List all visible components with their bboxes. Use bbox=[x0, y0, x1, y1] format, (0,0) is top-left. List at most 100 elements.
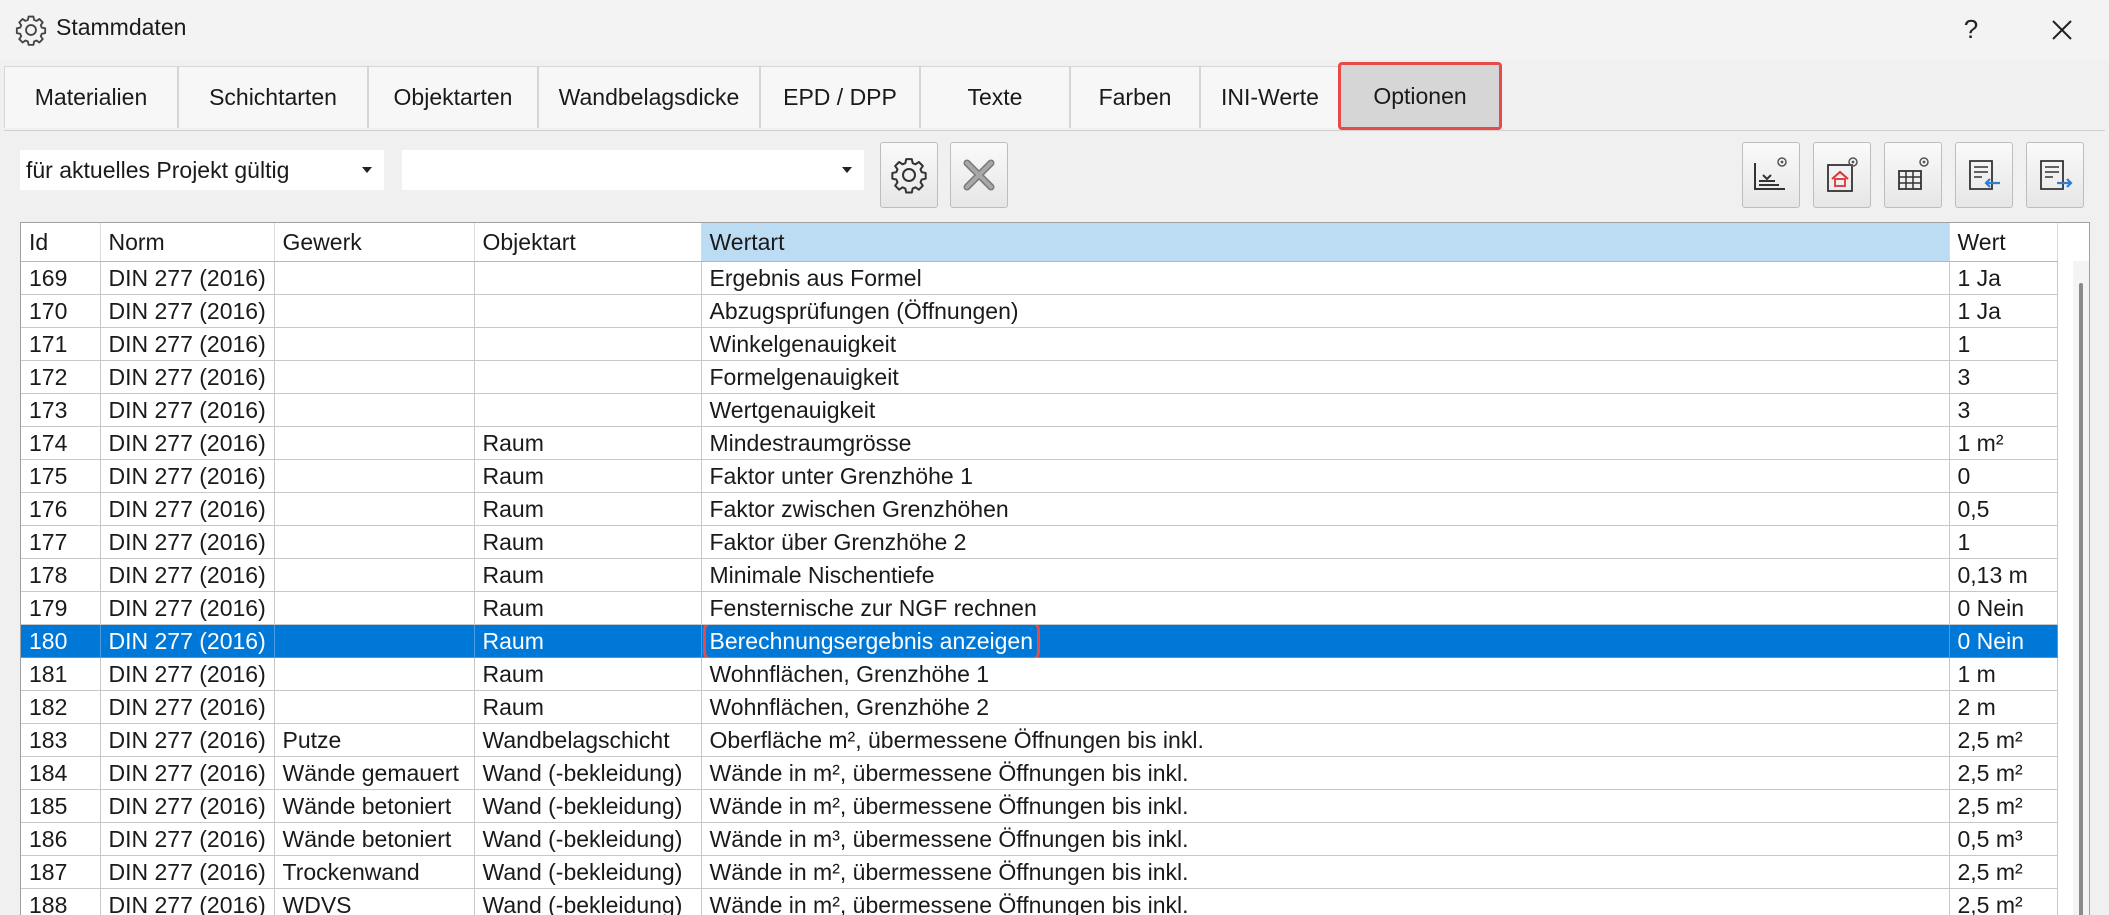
cell-gewerk[interactable] bbox=[274, 361, 474, 394]
tab-optionen[interactable]: Optionen bbox=[1340, 64, 1500, 128]
cell-wertart[interactable]: Minimale Nischentiefe bbox=[701, 559, 1949, 592]
cell-wertart[interactable]: Formelgenauigkeit bbox=[701, 361, 1949, 394]
table-row[interactable]: 180DIN 277 (2016)RaumBerechnungsergebnis… bbox=[21, 625, 2057, 658]
table-row[interactable]: 177DIN 277 (2016)RaumFaktor über Grenzhö… bbox=[21, 526, 2057, 559]
cell-id[interactable]: 170 bbox=[21, 295, 100, 328]
cell-wert[interactable]: 3 bbox=[1949, 394, 2057, 427]
cell-wertart[interactable]: Wände in m³, übermessene Öffnungen bis i… bbox=[701, 823, 1949, 856]
cell-id[interactable]: 173 bbox=[21, 394, 100, 427]
column-header-wertart[interactable]: Wertart bbox=[701, 223, 1949, 262]
cell-gewerk[interactable] bbox=[274, 460, 474, 493]
cell-wert[interactable]: 0,13 m bbox=[1949, 559, 2057, 592]
cell-wertart[interactable]: Berechnungsergebnis anzeigen bbox=[701, 625, 1949, 658]
cell-gewerk[interactable] bbox=[274, 559, 474, 592]
tab-objektarten[interactable]: Objektarten bbox=[368, 66, 538, 128]
table-row[interactable]: 181DIN 277 (2016)RaumWohnflächen, Grenzh… bbox=[21, 658, 2057, 691]
cell-objektart[interactable]: Wand (-bekleidung) bbox=[474, 823, 701, 856]
tab-ini-werte[interactable]: INI-Werte bbox=[1200, 66, 1340, 128]
cell-id[interactable]: 175 bbox=[21, 460, 100, 493]
table-row[interactable]: 186DIN 277 (2016)Wände betoniertWand (-b… bbox=[21, 823, 2057, 856]
cell-wert[interactable]: 0 bbox=[1949, 460, 2057, 493]
cell-wert[interactable]: 1 m² bbox=[1949, 427, 2057, 460]
cell-wertart[interactable]: Wände in m², übermessene Öffnungen bis i… bbox=[701, 757, 1949, 790]
cell-norm[interactable]: DIN 277 (2016) bbox=[100, 790, 274, 823]
cell-norm[interactable]: DIN 277 (2016) bbox=[100, 889, 274, 915]
cell-wertart[interactable]: Winkelgenauigkeit bbox=[701, 328, 1949, 361]
tab-texte[interactable]: Texte bbox=[920, 66, 1070, 128]
table-row[interactable]: 174DIN 277 (2016)RaumMindestraumgrösse1 … bbox=[21, 427, 2057, 460]
import-list-button[interactable] bbox=[1955, 142, 2013, 208]
cell-wertart[interactable]: Wohnflächen, Grenzhöhe 2 bbox=[701, 691, 1949, 724]
house-settings-button[interactable] bbox=[1813, 142, 1871, 208]
cell-wertart[interactable]: Abzugsprüfungen (Öffnungen) bbox=[701, 295, 1949, 328]
cell-id[interactable]: 176 bbox=[21, 493, 100, 526]
cell-wertart[interactable]: Fensternische zur NGF rechnen bbox=[701, 592, 1949, 625]
cell-wert[interactable]: 2,5 m² bbox=[1949, 757, 2057, 790]
cell-objektart[interactable]: Raum bbox=[474, 559, 701, 592]
scrollbar-thumb[interactable] bbox=[2079, 283, 2083, 915]
cell-wert[interactable]: 0 Nein bbox=[1949, 592, 2057, 625]
cell-wert[interactable]: 2,5 m² bbox=[1949, 790, 2057, 823]
cell-wertart[interactable]: Mindestraumgrösse bbox=[701, 427, 1949, 460]
cell-norm[interactable]: DIN 277 (2016) bbox=[100, 823, 274, 856]
cell-objektart[interactable]: Wand (-bekleidung) bbox=[474, 790, 701, 823]
table-row[interactable]: 176DIN 277 (2016)RaumFaktor zwischen Gre… bbox=[21, 493, 2057, 526]
cell-wertart[interactable]: Wände in m², übermessene Öffnungen bis i… bbox=[701, 856, 1949, 889]
scope-select[interactable]: für aktuelles Projekt gültig bbox=[20, 150, 384, 190]
cell-id[interactable]: 171 bbox=[21, 328, 100, 361]
cell-objektart[interactable] bbox=[474, 295, 701, 328]
table-row[interactable]: 187DIN 277 (2016)TrockenwandWand (-bekle… bbox=[21, 856, 2057, 889]
cell-gewerk[interactable] bbox=[274, 328, 474, 361]
table-row[interactable]: 172DIN 277 (2016)Formelgenauigkeit3 bbox=[21, 361, 2057, 394]
cell-id[interactable]: 178 bbox=[21, 559, 100, 592]
cell-id[interactable]: 183 bbox=[21, 724, 100, 757]
cell-objektart[interactable]: Raum bbox=[474, 592, 701, 625]
cell-id[interactable]: 177 bbox=[21, 526, 100, 559]
cell-wertart[interactable]: Faktor unter Grenzhöhe 1 bbox=[701, 460, 1949, 493]
cell-wert[interactable]: 1 bbox=[1949, 526, 2057, 559]
cell-wert[interactable]: 1 Ja bbox=[1949, 262, 2057, 295]
cell-gewerk[interactable]: Wände betoniert bbox=[274, 823, 474, 856]
help-button[interactable]: ? bbox=[1953, 11, 1989, 47]
tab-farben[interactable]: Farben bbox=[1070, 66, 1200, 128]
cell-wert[interactable]: 3 bbox=[1949, 361, 2057, 394]
vertical-scrollbar[interactable] bbox=[2073, 261, 2089, 915]
table-row[interactable]: 171DIN 277 (2016)Winkelgenauigkeit1 bbox=[21, 328, 2057, 361]
cell-gewerk[interactable] bbox=[274, 295, 474, 328]
cell-id[interactable]: 188 bbox=[21, 889, 100, 915]
cell-gewerk[interactable] bbox=[274, 493, 474, 526]
cell-objektart[interactable]: Wand (-bekleidung) bbox=[474, 856, 701, 889]
table-row[interactable]: 173DIN 277 (2016)Wertgenauigkeit3 bbox=[21, 394, 2057, 427]
cell-objektart[interactable]: Raum bbox=[474, 658, 701, 691]
close-icon[interactable] bbox=[2040, 8, 2084, 52]
cell-norm[interactable]: DIN 277 (2016) bbox=[100, 625, 274, 658]
cell-id[interactable]: 184 bbox=[21, 757, 100, 790]
cell-wertart[interactable]: Wertgenauigkeit bbox=[701, 394, 1949, 427]
cell-norm[interactable]: DIN 277 (2016) bbox=[100, 526, 274, 559]
cell-wertart[interactable]: Oberfläche m², übermessene Öffnungen bis… bbox=[701, 724, 1949, 757]
settings-button[interactable] bbox=[880, 142, 938, 208]
cell-wert[interactable]: 0,5 bbox=[1949, 493, 2057, 526]
cell-gewerk[interactable] bbox=[274, 394, 474, 427]
cell-id[interactable]: 181 bbox=[21, 658, 100, 691]
cell-objektart[interactable]: Raum bbox=[474, 427, 701, 460]
cell-id[interactable]: 180 bbox=[21, 625, 100, 658]
cell-objektart[interactable]: Wand (-bekleidung) bbox=[474, 757, 701, 790]
column-header-id[interactable]: Id bbox=[21, 223, 100, 262]
export-list-button[interactable] bbox=[2026, 142, 2084, 208]
cell-wert[interactable]: 0 Nein bbox=[1949, 625, 2057, 658]
cell-id[interactable]: 186 bbox=[21, 823, 100, 856]
cell-norm[interactable]: DIN 277 (2016) bbox=[100, 856, 274, 889]
cell-wert[interactable]: 2 m bbox=[1949, 691, 2057, 724]
cell-norm[interactable]: DIN 277 (2016) bbox=[100, 658, 274, 691]
cell-norm[interactable]: DIN 277 (2016) bbox=[100, 592, 274, 625]
cell-gewerk[interactable]: Wände betoniert bbox=[274, 790, 474, 823]
cell-objektart[interactable]: Wand (-bekleidung) bbox=[474, 889, 701, 915]
cell-wertart[interactable]: Wände in m², übermessene Öffnungen bis i… bbox=[701, 790, 1949, 823]
table-row[interactable]: 184DIN 277 (2016)Wände gemauertWand (-be… bbox=[21, 757, 2057, 790]
cell-objektart[interactable]: Raum bbox=[474, 493, 701, 526]
cell-gewerk[interactable] bbox=[274, 427, 474, 460]
cell-objektart[interactable]: Wandbelagschicht bbox=[474, 724, 701, 757]
cell-gewerk[interactable]: Trockenwand bbox=[274, 856, 474, 889]
cell-id[interactable]: 185 bbox=[21, 790, 100, 823]
